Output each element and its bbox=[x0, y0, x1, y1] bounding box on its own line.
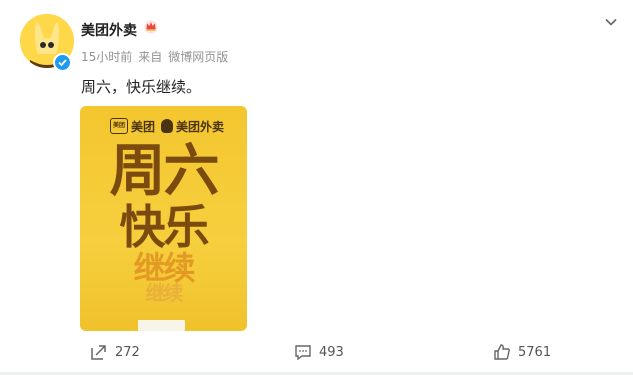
poster-product-label bbox=[138, 320, 185, 331]
source-prefix: 来自 bbox=[138, 50, 163, 64]
poster-line-1: 周六 bbox=[109, 139, 220, 204]
comment-count: 493 bbox=[319, 344, 344, 360]
meituan-box-logo: 美团 bbox=[110, 118, 128, 134]
poster-brand-takeout: 美团外卖 bbox=[176, 119, 225, 134]
thumbs-up-icon bbox=[494, 344, 510, 360]
post-source[interactable]: 微博网页版 bbox=[168, 50, 228, 64]
like-button[interactable]: 5761 bbox=[493, 342, 551, 362]
post-meta: 15小时前 来自 微博网页版 bbox=[81, 48, 234, 65]
repost-icon bbox=[91, 345, 106, 360]
crown-icon bbox=[143, 18, 159, 38]
poster-line-2: 快乐 bbox=[119, 200, 210, 254]
poster-line-3: 继续 bbox=[133, 249, 195, 287]
rabbit-logo-icon bbox=[161, 119, 174, 133]
repost-count: 272 bbox=[115, 344, 140, 360]
weibo-post-card: 美团外卖 15小时前 来自 微博网页版 周六，快乐继续。 美团 美团 美团外卖 周六… bbox=[0, 0, 633, 372]
post-text: 周六，快乐继续。 bbox=[81, 78, 202, 96]
comment-button[interactable]: 493 bbox=[294, 342, 344, 362]
poster-line-4: 继续 bbox=[145, 281, 184, 305]
verified-badge-icon bbox=[53, 53, 72, 72]
repost-button[interactable]: 272 bbox=[90, 342, 140, 362]
author-name[interactable]: 美团外卖 bbox=[81, 20, 137, 40]
chevron-down-icon[interactable] bbox=[603, 14, 619, 34]
like-count: 5761 bbox=[518, 344, 552, 360]
poster-logo-row: 美团 美团 美团外卖 bbox=[110, 118, 224, 134]
poster-brand-meituan: 美团 bbox=[131, 119, 156, 134]
post-image[interactable]: 美团 美团 美团外卖 周六 快乐 继续 继续 bbox=[80, 106, 247, 331]
post-time[interactable]: 15小时前 bbox=[81, 50, 132, 64]
comment-icon bbox=[295, 345, 311, 361]
